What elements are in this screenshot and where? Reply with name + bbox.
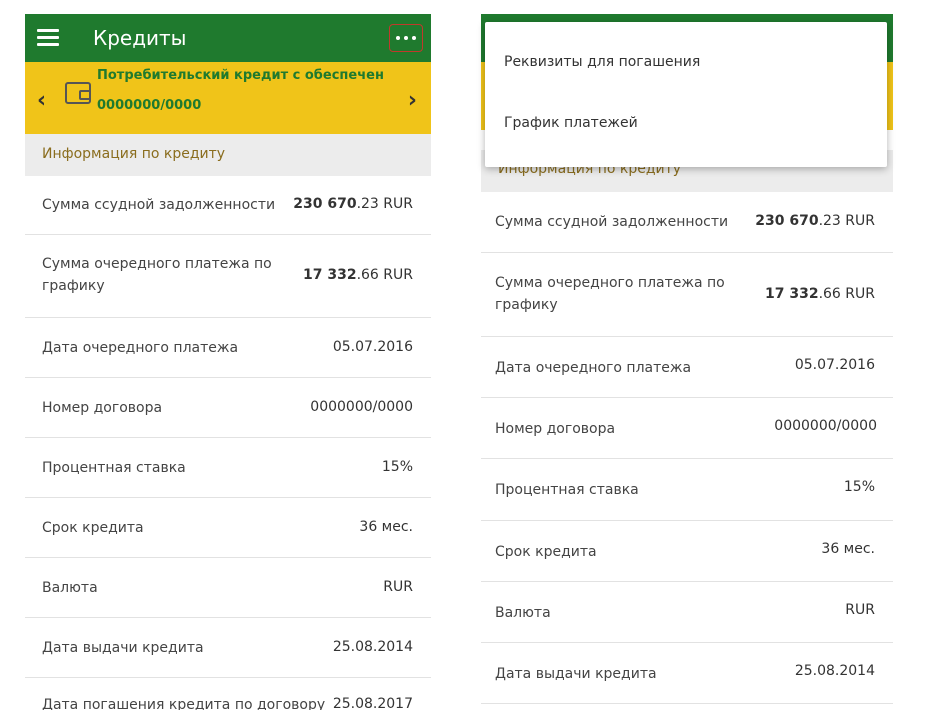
row-value: 05.07.2016	[332, 339, 413, 355]
list-item: Дата очередного платежа 05.07.2016	[481, 337, 893, 398]
loan-info-list: Сумма ссудной задолженности 230 670.23 R…	[481, 192, 893, 704]
list-item: Срок кредита 36 мес.	[25, 498, 431, 558]
row-value: 15%	[381, 459, 413, 475]
row-value: 230 670.23 RUR	[293, 196, 413, 212]
list-item: Номер договора 0000000/0000	[481, 398, 893, 459]
loan-selector: ‹ Потребительский кредит с обеспечен 000…	[25, 62, 431, 134]
list-item: Процентная ставка 15%	[481, 459, 893, 521]
app-bar: Кредиты	[25, 14, 431, 62]
row-label: Дата выдачи кредита	[495, 666, 657, 682]
row-label: Валюта	[495, 605, 551, 621]
row-label: Дата очередного платежа	[495, 360, 692, 376]
row-value: 36 мес.	[821, 541, 875, 557]
row-value: 25.08.2017	[332, 696, 413, 710]
row-value: 25.08.2014	[332, 639, 413, 655]
row-label: Номер договора	[42, 400, 163, 416]
row-value: RUR	[383, 579, 413, 595]
list-item: Дата погашения кредита по договору 25.08…	[25, 678, 431, 710]
chevron-right-icon[interactable]: ›	[408, 88, 417, 113]
list-item: Дата выдачи кредита 25.08.2014	[25, 618, 431, 678]
row-value: 0000000/0000	[310, 399, 413, 415]
more-options-icon[interactable]	[389, 24, 423, 52]
row-label: Сумма ссудной задолженности	[495, 214, 729, 230]
menu-item-payment-details[interactable]: Реквизиты для погашения	[504, 54, 700, 70]
row-label: Сумма очередного платежа по графику	[42, 256, 272, 294]
row-label: Процентная ставка	[42, 460, 186, 476]
list-item: Валюта RUR	[25, 558, 431, 618]
row-value: 36 мес.	[359, 519, 413, 535]
row-label: Срок кредита	[42, 520, 144, 536]
list-item: Сумма очередного платежа по графику 17 3…	[25, 235, 431, 318]
row-value: 17 332.66 RUR	[764, 286, 875, 302]
row-label: Валюта	[42, 580, 98, 596]
list-item: Сумма ссудной задолженности 230 670.23 R…	[481, 192, 893, 253]
list-item: Срок кредита 36 мес.	[481, 521, 893, 582]
row-label: Процентная ставка	[495, 482, 639, 498]
menu-icon[interactable]	[37, 29, 59, 47]
list-item: Процентная ставка 15%	[25, 438, 431, 498]
loan-number: 0000000/0000	[97, 98, 202, 113]
row-label: Дата погашения кредита по договору	[42, 697, 326, 710]
row-label: Сумма очередного платежа по графику	[495, 275, 725, 313]
row-value: 05.07.2016	[794, 357, 875, 373]
row-label: Сумма ссудной задолженности	[42, 197, 276, 213]
page-title: Кредиты	[93, 26, 187, 50]
list-item: Сумма очередного платежа по графику 17 3…	[481, 253, 893, 337]
chevron-left-icon[interactable]: ‹	[37, 88, 46, 113]
list-item: Номер договора 0000000/0000	[25, 378, 431, 438]
row-label: Номер договора	[495, 421, 616, 437]
left-screen: Кредиты ‹ Потребительский кредит с обесп…	[25, 0, 431, 710]
row-value: 25.08.2014	[794, 663, 875, 679]
loan-info-list: Сумма ссудной задолженности 230 670.23 R…	[25, 176, 431, 710]
row-value: 230 670.23 RUR	[755, 213, 875, 229]
list-item: Дата очередного платежа 05.07.2016	[25, 318, 431, 378]
row-value: 0000000/0000	[774, 418, 877, 434]
overflow-menu: Реквизиты для погашения График платежей	[485, 22, 887, 167]
wallet-icon	[65, 82, 91, 104]
row-label: Дата очередного платежа	[42, 340, 239, 356]
list-item: Валюта RUR	[481, 582, 893, 643]
row-label: Дата выдачи кредита	[42, 640, 204, 656]
row-value: 15%	[843, 479, 875, 495]
list-item: Сумма ссудной задолженности 230 670.23 R…	[25, 176, 431, 235]
row-value: 17 332.66 RUR	[302, 267, 413, 283]
loan-name: Потребительский кредит с обеспечен	[97, 68, 384, 83]
menu-item-payment-schedule[interactable]: График платежей	[504, 115, 638, 131]
section-title: Информация по кредиту	[42, 146, 226, 162]
section-header: Информация по кредиту	[25, 134, 431, 176]
list-item: Дата выдачи кредита 25.08.2014	[481, 643, 893, 704]
row-label: Срок кредита	[495, 544, 597, 560]
row-value: RUR	[845, 602, 875, 618]
